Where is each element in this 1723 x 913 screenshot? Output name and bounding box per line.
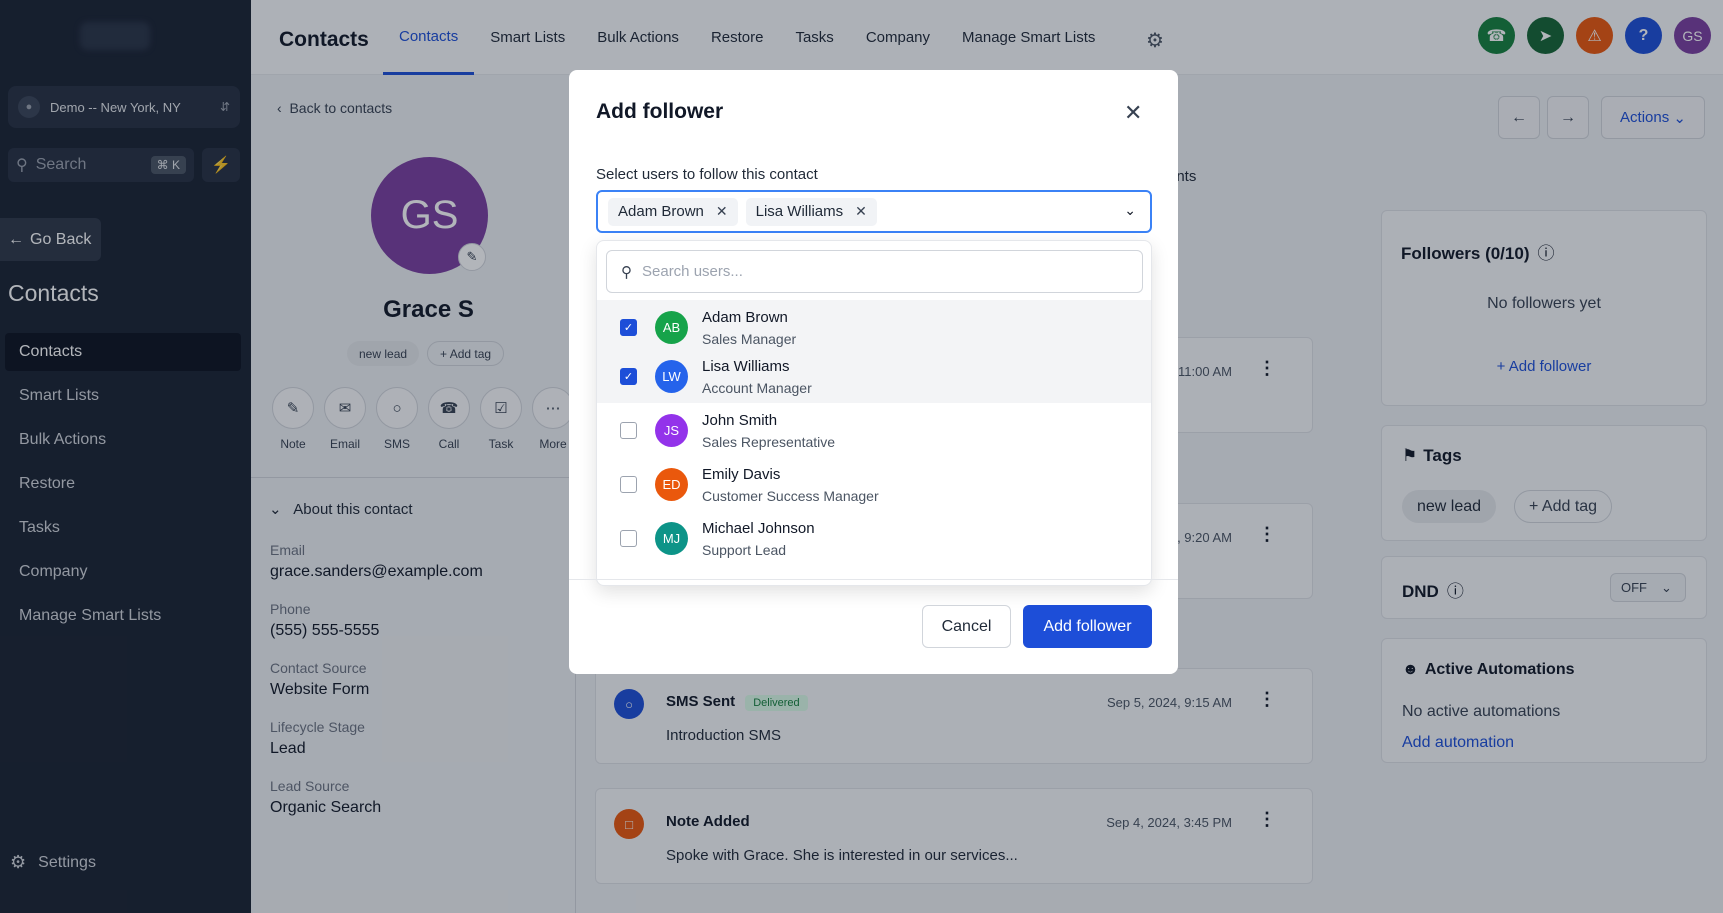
chevron-down-icon[interactable]: ⌄	[1124, 202, 1136, 219]
close-icon[interactable]: ✕	[1124, 100, 1142, 126]
user-name: Lisa Williams	[702, 358, 790, 375]
chip-label: Lisa Williams	[755, 203, 844, 220]
user-option[interactable]: ✓ LW Lisa Williams Account Manager	[597, 349, 1151, 403]
checkbox-checked[interactable]: ✓	[620, 367, 637, 385]
user-role: Sales Representative	[702, 434, 836, 450]
selected-user-chip: Lisa Williams ✕	[745, 197, 877, 226]
modal-label: Select users to follow this contact	[596, 166, 818, 183]
user-role: Sales Manager	[702, 331, 797, 347]
user-role: Support Lead	[702, 542, 787, 558]
checkbox-checked[interactable]: ✓	[620, 318, 637, 336]
selected-user-chip: Adam Brown ✕	[608, 197, 738, 226]
user-avatar: ED	[655, 467, 688, 501]
user-name: John Smith	[702, 412, 778, 429]
modal-title: Add follower	[596, 100, 724, 123]
cancel-button[interactable]: Cancel	[922, 605, 1011, 648]
user-avatar: AB	[655, 310, 688, 344]
user-avatar: LW	[655, 359, 688, 393]
users-multiselect[interactable]: Adam Brown ✕ Lisa Williams ✕ ⌄	[596, 190, 1152, 233]
chip-label: Adam Brown	[618, 203, 704, 220]
user-avatar: MJ	[655, 521, 688, 555]
user-option[interactable]: JS John Smith Sales Representative	[597, 403, 1151, 457]
checkbox[interactable]	[620, 529, 637, 547]
checkbox[interactable]	[620, 421, 637, 439]
user-avatar: JS	[655, 413, 688, 447]
remove-chip-close-icon[interactable]: ✕	[716, 203, 728, 220]
user-option[interactable]: MJ Michael Johnson Support Lead	[597, 511, 1151, 565]
search-users-input[interactable]: ⚲ Search users...	[606, 250, 1143, 293]
user-option[interactable]: ED Emily Davis Customer Success Manager	[597, 457, 1151, 511]
user-name: Adam Brown	[702, 309, 788, 326]
user-role: Customer Success Manager	[702, 488, 879, 504]
checkbox[interactable]	[620, 475, 637, 493]
user-name: Michael Johnson	[702, 520, 815, 537]
user-option[interactable]: ✓ AB Adam Brown Sales Manager	[597, 300, 1151, 354]
users-dropdown: ⚲ Search users... ✓ AB Adam Brown Sales …	[596, 240, 1152, 586]
remove-chip-close-icon[interactable]: ✕	[855, 203, 867, 220]
user-name: Emily Davis	[702, 466, 781, 483]
add-follower-button[interactable]: Add follower	[1023, 605, 1152, 648]
add-follower-modal: Add follower ✕ Select users to follow th…	[569, 70, 1178, 674]
modal-footer-divider	[569, 579, 1178, 580]
search-icon: ⚲	[621, 263, 632, 281]
user-role: Account Manager	[702, 380, 812, 396]
search-placeholder: Search users...	[642, 263, 743, 280]
